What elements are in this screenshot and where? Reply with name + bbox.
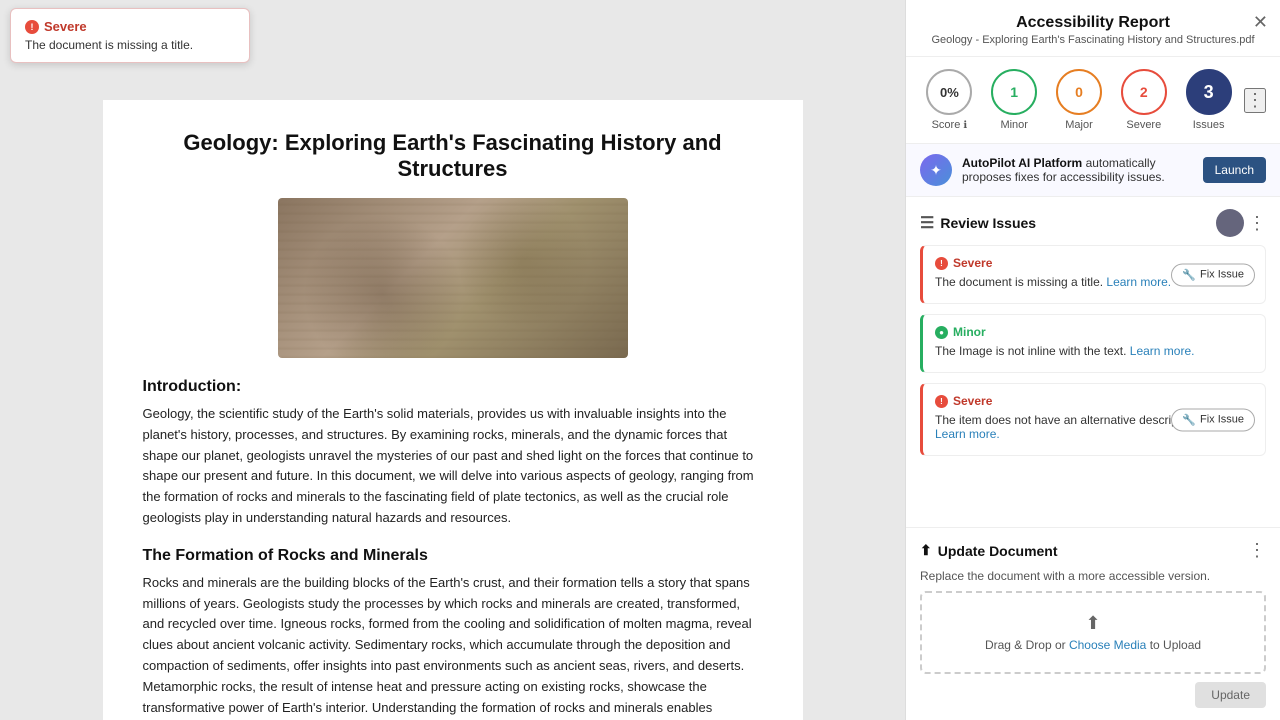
score-circle: 0% Score ℹ: [920, 69, 979, 131]
autopilot-icon: ✦: [920, 154, 952, 186]
document-area: ! Severe The document is missing a title…: [0, 0, 905, 720]
fix-label-3: Fix Issue: [1200, 414, 1244, 426]
issues-value: 3: [1186, 69, 1232, 115]
minor-label: Minor: [1000, 119, 1028, 131]
issue-3-badge-label: Severe: [953, 394, 992, 408]
review-issues-header: ☰ Review Issues ⋮: [920, 197, 1266, 245]
update-icon: ⬆: [920, 542, 932, 559]
alert-message: The document is missing a title.: [25, 38, 235, 52]
issue-card-1: ! Severe The document is missing a title…: [920, 245, 1266, 304]
drag-drop-text: Drag & Drop or: [985, 638, 1069, 652]
document-image: [278, 198, 628, 358]
score-row: 0% Score ℹ 1 Minor 0 Major 2 Severe 3 Is…: [906, 57, 1280, 144]
issue-3-fix-button[interactable]: 🔧 Fix Issue: [1171, 408, 1255, 431]
issue-2-badge: ● Minor: [935, 325, 1253, 339]
wrench-icon: 🔧: [1182, 268, 1196, 281]
issue-2-learn-more-link[interactable]: Learn more.: [1130, 344, 1195, 358]
document-title: Geology: Exploring Earth's Fascinating H…: [143, 130, 763, 182]
close-button[interactable]: ✕: [1253, 12, 1268, 33]
severe-dot-icon: !: [25, 20, 39, 34]
issue-2-text: The Image is not inline with the text. L…: [935, 344, 1253, 358]
issue-1-badge-label: Severe: [953, 256, 992, 270]
section2-text: Rocks and minerals are the building bloc…: [143, 573, 763, 720]
accessibility-panel: ✕ Accessibility Report Geology - Explori…: [905, 0, 1280, 720]
section2-heading: The Formation of Rocks and Minerals: [143, 547, 763, 565]
panel-subtitle: Geology - Exploring Earth's Fascinating …: [931, 34, 1254, 46]
major-value: 0: [1056, 69, 1102, 115]
minor-circle: 1 Minor: [985, 69, 1044, 131]
severe-value: 2: [1121, 69, 1167, 115]
issues-circle: 3 Issues: [1179, 69, 1238, 131]
update-title: ⬆ Update Document: [920, 542, 1058, 559]
fix-label-1: Fix Issue: [1200, 269, 1244, 281]
document-image-inner: [278, 198, 628, 358]
review-issues-title: ☰ Review Issues: [920, 213, 1036, 233]
severe-label: Severe: [1126, 119, 1161, 131]
issues-label: Issues: [1193, 119, 1225, 131]
upload-icon: ⬆: [942, 613, 1244, 634]
issue-3-dot-icon: !: [935, 395, 948, 408]
major-label: Major: [1065, 119, 1093, 131]
review-issues-icon: ☰: [920, 213, 934, 233]
issue-1-learn-more-link[interactable]: Learn more.: [1106, 275, 1171, 289]
introduction-heading: Introduction:: [143, 378, 763, 396]
wrench-icon-2: 🔧: [1182, 413, 1196, 426]
alert-badge: ! Severe: [25, 19, 235, 34]
issue-3-learn-more-link[interactable]: Learn more.: [935, 427, 1000, 441]
issue-2-badge-label: Minor: [953, 325, 986, 339]
panel-header: ✕ Accessibility Report Geology - Explori…: [906, 0, 1280, 57]
issue-card-2: ● Minor The Image is not inline with the…: [920, 314, 1266, 373]
review-issues-label: Review Issues: [940, 215, 1036, 231]
autopilot-bar: ✦ AutoPilot AI Platform automatically pr…: [906, 144, 1280, 197]
launch-button[interactable]: Launch: [1203, 157, 1266, 183]
introduction-text: Geology, the scientific study of the Ear…: [143, 404, 763, 529]
alert-badge-label: Severe: [44, 19, 87, 34]
severe-circle: 2 Severe: [1114, 69, 1173, 131]
issue-1-dot-icon: !: [935, 257, 948, 270]
review-issues-more-button[interactable]: ⋮: [1248, 213, 1266, 234]
issue-1-fix-button[interactable]: 🔧 Fix Issue: [1171, 263, 1255, 286]
panel-title: Accessibility Report: [1016, 14, 1170, 32]
issues-section: ☰ Review Issues ⋮ ! Severe The document …: [906, 197, 1280, 527]
issue-card-3: ! Severe The item does not have an alter…: [920, 383, 1266, 456]
cursor-indicator: [1216, 209, 1244, 237]
score-value: 0%: [926, 69, 972, 115]
update-header: ⬆ Update Document ⋮: [920, 540, 1266, 561]
minor-value: 1: [991, 69, 1037, 115]
upload-zone[interactable]: ⬆ Drag & Drop or Choose Media to Upload: [920, 591, 1266, 674]
autopilot-brand: AutoPilot AI Platform: [962, 156, 1082, 170]
issue-3-badge: ! Severe: [935, 394, 1253, 408]
score-label: Score ℹ: [932, 119, 968, 131]
autopilot-text: AutoPilot AI Platform automatically prop…: [962, 156, 1193, 184]
update-title-label: Update Document: [938, 543, 1058, 559]
update-button[interactable]: Update: [1195, 682, 1266, 708]
update-section: ⬆ Update Document ⋮ Replace the document…: [906, 527, 1280, 720]
document-content: Geology: Exploring Earth's Fascinating H…: [103, 100, 803, 720]
choose-media-link[interactable]: Choose Media: [1069, 638, 1146, 652]
upload-suffix: to Upload: [1146, 638, 1201, 652]
major-circle: 0 Major: [1050, 69, 1109, 131]
update-description: Replace the document with a more accessi…: [920, 569, 1266, 583]
issue-2-dot-icon: ●: [935, 326, 948, 339]
update-actions: Update: [920, 682, 1266, 708]
severe-alert-popup: ! Severe The document is missing a title…: [10, 8, 250, 63]
score-more-button[interactable]: ⋮: [1244, 88, 1266, 113]
update-more-button[interactable]: ⋮: [1248, 540, 1266, 561]
